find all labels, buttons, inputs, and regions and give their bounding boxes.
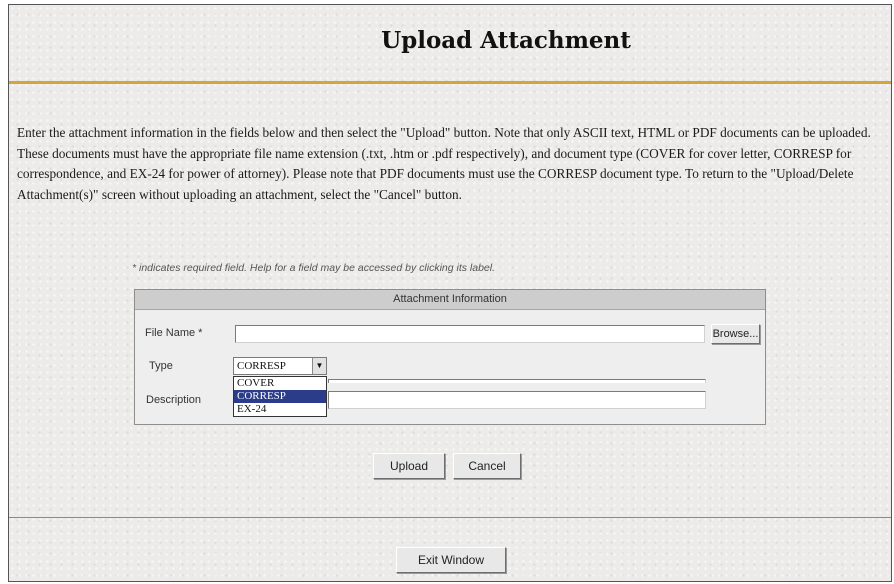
attachment-information-panel: Attachment Information File Name * Brows…	[134, 289, 766, 425]
type-option-cover[interactable]: COVER	[234, 377, 326, 390]
browse-button[interactable]: Browse...	[711, 324, 760, 344]
type-option-corresp[interactable]: CORRESP	[234, 390, 326, 403]
chevron-down-icon[interactable]: ▼	[312, 358, 326, 374]
type-label[interactable]: Type	[149, 360, 173, 372]
title-divider	[9, 81, 891, 84]
type-dropdown-list: COVER CORRESP EX-24	[233, 376, 327, 417]
page-title: Upload Attachment	[381, 27, 631, 54]
description-input[interactable]	[328, 391, 706, 409]
required-field-note: * indicates required field. Help for a f…	[132, 262, 496, 274]
cancel-button[interactable]: Cancel	[453, 453, 521, 479]
file-name-label[interactable]: File Name *	[145, 327, 202, 339]
type-select[interactable]: CORRESP ▼	[233, 357, 327, 375]
type-option-ex24[interactable]: EX-24	[234, 403, 326, 416]
exit-window-button[interactable]: Exit Window	[396, 547, 506, 573]
file-name-input[interactable]	[235, 325, 705, 343]
description-input-top-edge	[328, 379, 706, 383]
upload-attachment-page: Upload Attachment Enter the attachment i…	[8, 4, 892, 582]
footer-divider	[9, 517, 891, 518]
upload-button[interactable]: Upload	[373, 453, 445, 479]
description-label[interactable]: Description	[146, 394, 201, 406]
type-selected-value: CORRESP	[237, 360, 286, 372]
instructions-text: Enter the attachment information in the …	[17, 125, 871, 202]
panel-header: Attachment Information	[135, 290, 765, 310]
